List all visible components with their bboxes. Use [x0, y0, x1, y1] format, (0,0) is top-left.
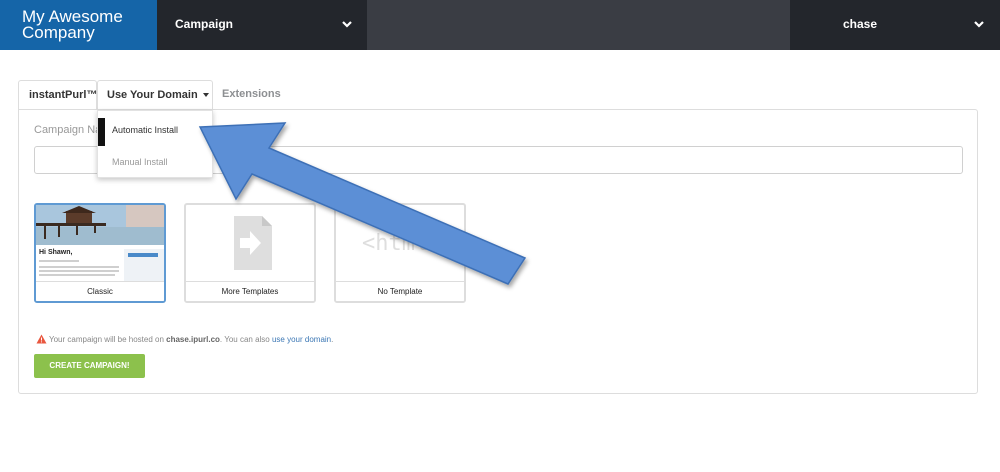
user-menu-label: chase	[843, 17, 878, 31]
hosting-notice: Your campaign will be hosted on chase.ip…	[36, 334, 333, 344]
campaign-menu[interactable]: Campaign	[157, 0, 367, 50]
hosting-notice-middle: . You can also	[219, 335, 270, 344]
template-none[interactable]: <html No Template	[334, 203, 466, 303]
use-your-domain-dropdown: Automatic Install Manual Install	[97, 110, 213, 178]
create-campaign-button[interactable]: CREATE CAMPAIGN!	[34, 354, 145, 378]
tab-use-your-domain[interactable]: Use Your Domain	[97, 80, 213, 109]
brand-line-2: Company	[22, 23, 95, 42]
chevron-down-icon	[974, 21, 984, 28]
tab-extensions[interactable]: Extensions	[222, 80, 292, 109]
template-preview-text-line	[39, 266, 119, 268]
menu-item-automatic-install[interactable]: Automatic Install	[98, 118, 212, 146]
warning-icon	[36, 334, 47, 344]
template-classic-caption: Classic	[36, 281, 164, 301]
hosting-domain: chase.ipurl.co	[166, 335, 220, 344]
template-more-caption: More Templates	[186, 281, 314, 301]
campaign-menu-label: Campaign	[175, 17, 234, 31]
user-menu[interactable]: chase	[790, 0, 1000, 50]
import-document-icon	[234, 216, 272, 270]
menu-item-manual-install[interactable]: Manual Install	[98, 150, 212, 174]
tab-use-your-domain-label: Use Your Domain	[107, 89, 198, 101]
template-preview-greeting: Hi Shawn,	[39, 249, 73, 256]
template-more[interactable]: More Templates	[184, 203, 316, 303]
campaign-name-label: Campaign Na	[34, 124, 102, 136]
template-preview-ribbon	[128, 253, 158, 257]
template-classic[interactable]: Hi Shawn, Classic	[34, 203, 166, 303]
hosting-notice-prefix: Your campaign will be hosted on	[49, 335, 164, 344]
template-preview-image	[36, 205, 164, 245]
template-preview-text-line	[39, 274, 115, 276]
caret-down-icon	[202, 93, 209, 98]
html-code-icon: <html	[362, 231, 429, 256]
brand-logo[interactable]: My Awesome Company	[0, 0, 157, 50]
chevron-down-icon	[342, 21, 352, 28]
tab-instantpurl[interactable]: instantPurl™	[18, 80, 97, 109]
template-preview-text-line	[39, 270, 119, 272]
hosting-notice-suffix: .	[331, 335, 334, 344]
template-preview-text-line	[39, 260, 79, 262]
use-your-domain-link[interactable]: use your domain	[272, 335, 331, 344]
template-none-caption: No Template	[336, 281, 464, 301]
